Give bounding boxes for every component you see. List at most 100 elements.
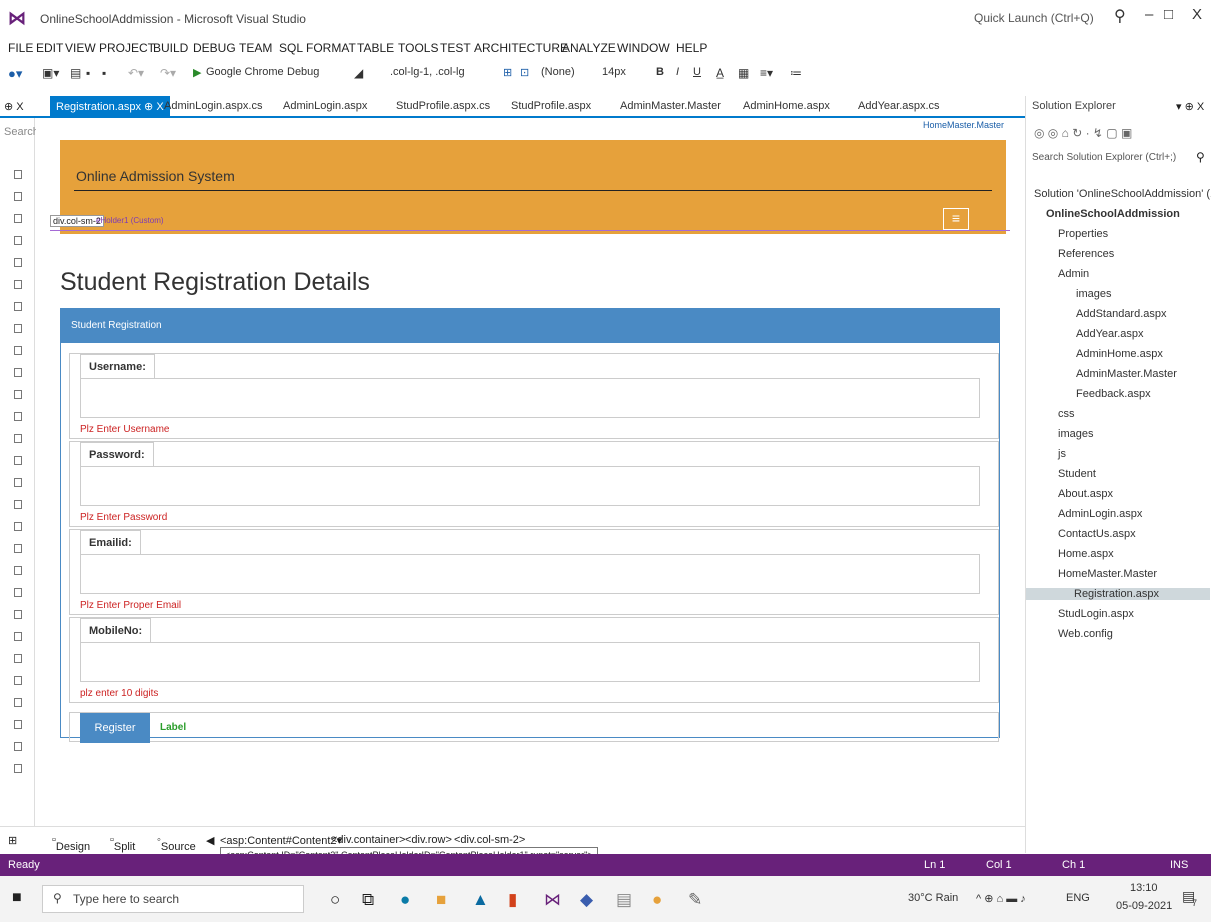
solution-item[interactable]: StudLogin.aspx [1058, 608, 1134, 620]
menu-window[interactable]: WINDOW [617, 41, 670, 55]
toolbox-item-icon[interactable] [14, 302, 22, 311]
visual-studio-icon[interactable]: ⋈ [544, 890, 561, 910]
browser-select[interactable]: Google Chrome [206, 66, 284, 78]
undo-icon[interactable]: ↶▾ [128, 66, 144, 80]
search-icon[interactable]: ⚲ [1196, 150, 1205, 164]
toolbox-item-icon[interactable] [14, 500, 22, 509]
solution-item[interactable]: Solution 'OnlineSchoolAddmission' (1 [1034, 188, 1211, 200]
open-icon[interactable]: ▤ [70, 66, 81, 80]
solution-item[interactable]: Admin [1058, 268, 1089, 280]
weather-widget[interactable]: 30°C Rain [908, 892, 958, 904]
mobile-input[interactable] [80, 642, 980, 682]
underline-button[interactable]: U [693, 66, 701, 78]
toolbox-item-icon[interactable] [14, 390, 22, 399]
list-icon[interactable]: ≔ [790, 66, 802, 80]
toolbox-item-icon[interactable] [14, 764, 22, 773]
app-icon[interactable]: ▤ [616, 890, 632, 910]
navigate-back-icon[interactable]: ●▾ [8, 66, 22, 82]
taskbar-search[interactable]: ⚲ Type here to search [42, 885, 304, 913]
start-debug-icon[interactable]: ▶ [193, 66, 201, 79]
solution-item[interactable]: Feedback.aspx [1076, 388, 1151, 400]
paint-icon[interactable]: ✎ [688, 890, 702, 910]
toolbox-item-icon[interactable] [14, 192, 22, 201]
toolbox-item-icon[interactable] [14, 720, 22, 729]
toolbox-search[interactable]: Search [4, 126, 39, 138]
menu-help[interactable]: HELP [676, 41, 707, 55]
menu-view[interactable]: VIEW [65, 41, 96, 55]
solution-toolbar-icons[interactable]: ◎ ◎ ⌂ ↻ · ↯ ▢ ▣ [1034, 126, 1132, 140]
font-color-icon[interactable]: A̲ [716, 66, 724, 80]
toolbox-item-icon[interactable] [14, 434, 22, 443]
teams-icon[interactable]: ◆ [580, 890, 593, 910]
format-icon[interactable]: ◢ [354, 66, 363, 80]
font-size-select[interactable]: 14px [602, 66, 626, 78]
clock-date[interactable]: 05-09-2021 [1116, 900, 1172, 912]
tab-addyear-aspx-cs[interactable]: AddYear.aspx.cs [858, 100, 940, 112]
solution-item[interactable]: AdminLogin.aspx [1058, 508, 1142, 520]
menu-tools[interactable]: TOOLS [398, 41, 438, 55]
search-icon[interactable]: ⚲ [1114, 6, 1126, 26]
task-view-icon[interactable]: ⧉ [362, 890, 374, 910]
layout-icon[interactable]: ⊞ [503, 66, 512, 79]
language-indicator[interactable]: ENG [1066, 892, 1090, 904]
solution-item[interactable]: Web.config [1058, 628, 1113, 640]
edge-icon[interactable]: ● [400, 890, 410, 910]
solution-item[interactable]: Student [1058, 468, 1096, 480]
solution-item[interactable]: HomeMaster.Master [1058, 568, 1157, 580]
close-button[interactable]: X [1192, 6, 1202, 23]
toolbox-item-icon[interactable] [14, 280, 22, 289]
solution-item[interactable]: OnlineSchoolAddmission [1046, 208, 1180, 220]
redo-icon[interactable]: ↷▾ [160, 66, 176, 80]
menu-debug[interactable]: DEBUG [193, 41, 236, 55]
new-project-icon[interactable]: ▣▾ [42, 66, 59, 80]
split-view-button[interactable]: ▫ Split [110, 834, 135, 853]
solution-item[interactable]: images [1076, 288, 1111, 300]
design-surface[interactable]: HomeMaster.Master Online Admission Syste… [36, 118, 1012, 828]
chrome-icon[interactable]: ● [652, 890, 662, 910]
pin-left-icon[interactable]: ⊕ X [4, 100, 24, 113]
solution-item[interactable]: images [1058, 428, 1093, 440]
toolbox-item-icon[interactable] [14, 676, 22, 685]
toolbox-item-icon[interactable] [14, 170, 22, 179]
toolbox-item-icon[interactable] [14, 742, 22, 751]
toolbox-item-icon[interactable] [14, 522, 22, 531]
solution-item[interactable]: AdminMaster.Master [1076, 368, 1177, 380]
breadcrumb-item[interactable]: <div.container> [331, 834, 405, 846]
store-icon[interactable]: ▲ [472, 890, 489, 910]
solution-item[interactable]: ContactUs.aspx [1058, 528, 1136, 540]
solution-item[interactable]: js [1058, 448, 1066, 460]
toolbox-item-icon[interactable] [14, 324, 22, 333]
tab-adminhome-aspx[interactable]: AdminHome.aspx [743, 100, 830, 112]
menu-toggle-icon[interactable]: ≡ [943, 208, 969, 230]
tab-adminmaster-master[interactable]: AdminMaster.Master [620, 100, 721, 112]
breadcrumb-item[interactable]: <div.col-sm-2> [454, 834, 525, 846]
tab-studprofile-aspx-cs[interactable]: StudProfile.aspx.cs [396, 100, 490, 112]
clock-time[interactable]: 13:10 [1130, 882, 1158, 894]
tab-registration-aspx[interactable]: Registration.aspx ⊕ X [50, 96, 170, 117]
pin-icon[interactable]: ▾ ⊕ X [1176, 100, 1204, 113]
register-button[interactable]: Register [80, 713, 150, 743]
solution-item[interactable]: AdminHome.aspx [1076, 348, 1163, 360]
toolbox-item-icon[interactable] [14, 214, 22, 223]
toolbox-item-icon[interactable] [14, 368, 22, 377]
solution-item[interactable]: Properties [1058, 228, 1108, 240]
toolbox-item-icon[interactable] [14, 478, 22, 487]
solution-item[interactable]: Registration.aspx [1026, 588, 1210, 600]
config-select[interactable]: Debug [287, 66, 319, 78]
menu-architecture[interactable]: ARCHITECTURE [474, 41, 568, 55]
toolbox-item-icon[interactable] [14, 544, 22, 553]
menu-sql[interactable]: SQL [279, 41, 303, 55]
position-icon[interactable]: ⊡ [520, 66, 529, 79]
align-icon[interactable]: ≡▾ [760, 66, 773, 80]
toolbox-item-icon[interactable] [14, 346, 22, 355]
target-select[interactable]: (None) [541, 66, 575, 78]
breadcrumb-left-icon[interactable]: ◀ [206, 834, 214, 847]
toolbox-item-icon[interactable] [14, 610, 22, 619]
toolbox-item-icon[interactable] [14, 654, 22, 663]
menu-test[interactable]: TEST [440, 41, 471, 55]
solution-item[interactable]: AddStandard.aspx [1076, 308, 1167, 320]
menu-file[interactable]: FILE [8, 41, 33, 55]
solution-item[interactable]: About.aspx [1058, 488, 1113, 500]
solution-item[interactable]: Home.aspx [1058, 548, 1114, 560]
breadcrumb-item[interactable]: <asp:Content#Content2▾ [220, 834, 342, 847]
